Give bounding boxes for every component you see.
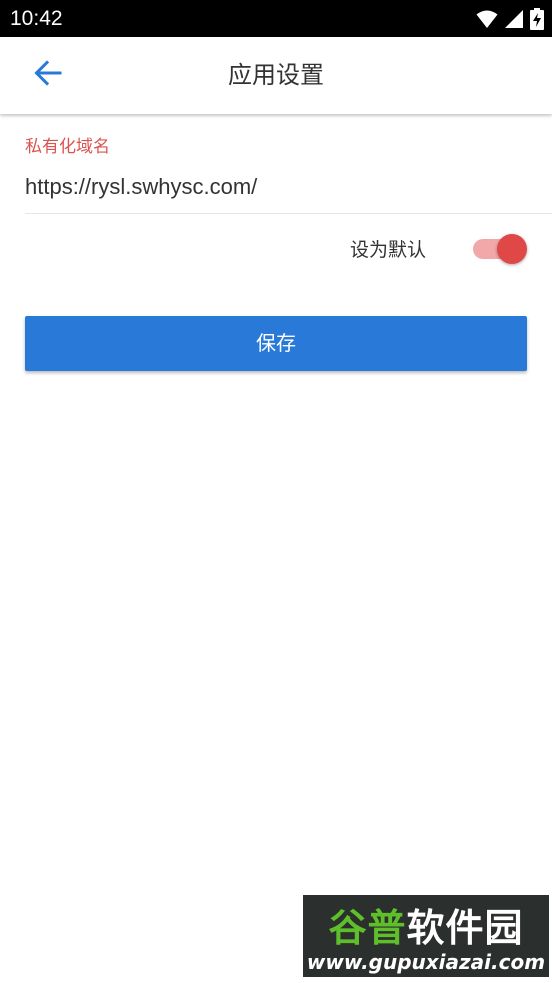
status-time: 10:42 — [10, 7, 63, 30]
watermark-part1: 谷普 — [328, 905, 407, 950]
wifi-icon — [476, 9, 498, 29]
toggle-thumb — [497, 234, 527, 264]
battery-charging-icon — [530, 8, 544, 30]
page-title: 应用设置 — [228, 61, 324, 89]
set-default-label: 设为默认 — [350, 239, 427, 261]
domain-field-underline — [25, 213, 552, 214]
signal-icon — [504, 9, 524, 29]
watermark-part2: 软件园 — [406, 905, 524, 950]
watermark-logo: 谷普 软件园 www.gupuxiazai.com — [303, 895, 549, 977]
app-bar: 应用设置 — [0, 37, 552, 114]
domain-input[interactable] — [25, 170, 525, 204]
watermark-title: 谷普 软件园 — [303, 899, 549, 950]
set-default-toggle[interactable] — [471, 233, 529, 265]
save-button[interactable]: 保存 — [25, 316, 527, 371]
status-bar: 10:42 — [0, 0, 552, 37]
watermark-url: www.gupuxiazai.com — [306, 950, 546, 974]
domain-field-label: 私有化域名 — [25, 137, 110, 157]
status-icons — [476, 7, 544, 31]
